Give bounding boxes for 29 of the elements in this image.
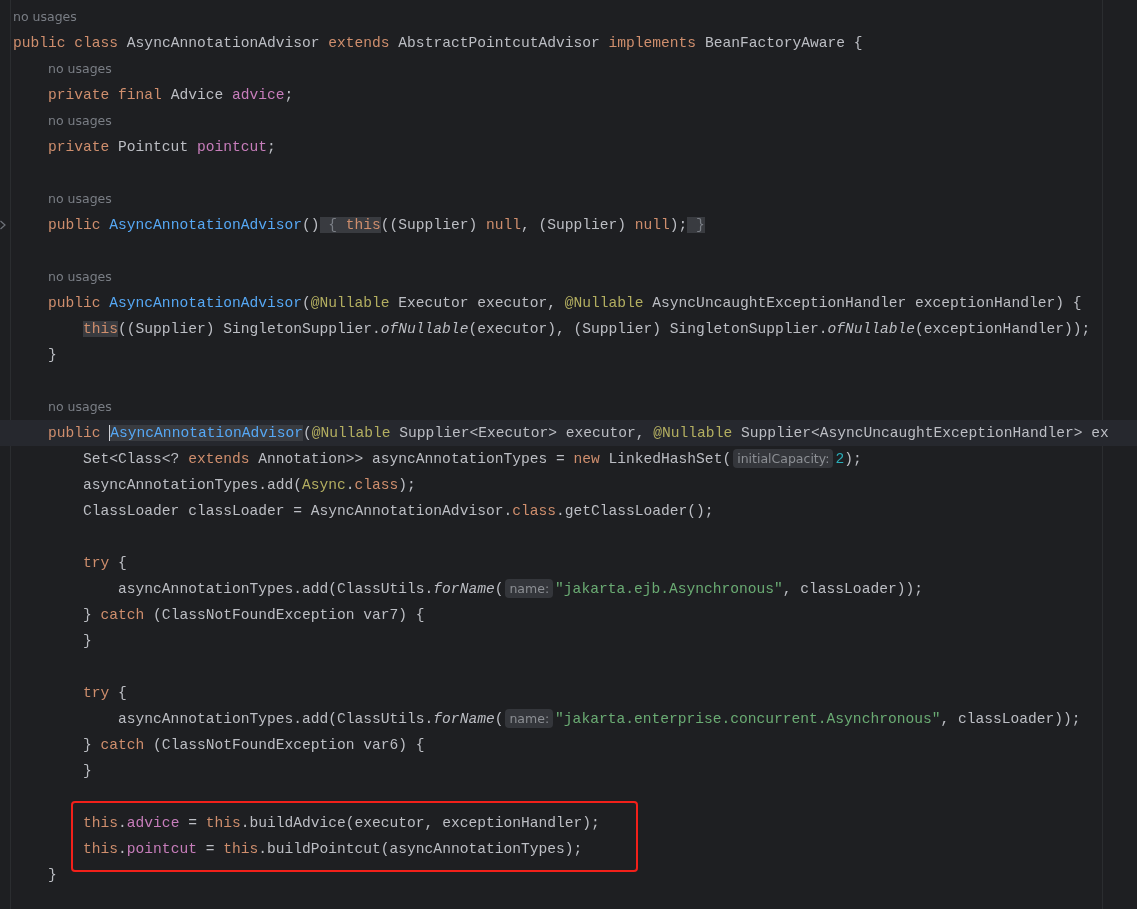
usage-hint[interactable]: no usages: [48, 61, 112, 76]
code-line: } catch (ClassNotFoundException var6) {: [83, 737, 425, 753]
code-line: }: [83, 763, 92, 779]
code-line: this.pointcut = this.buildPointcut(asyncAnnotationTypes);: [83, 841, 583, 857]
code-line: try {: [83, 685, 127, 701]
code-line: public class AsyncAnnotationAdvisor extends AbstractPointcutAdvisor implements BeanFactoryAware {: [13, 35, 863, 51]
code-line: try {: [83, 555, 127, 571]
code-line: public AsyncAnnotationAdvisor(@Nullable Supplier<Executor> executor, @Nullable Supplier<AsyncUncaughtExceptionHandler> ex: [48, 425, 1109, 441]
code-line: public AsyncAnnotationAdvisor() { this((Supplier) null, (Supplier) null); }: [48, 217, 705, 233]
code-line: this.advice = this.buildAdvice(executor, exceptionHandler);: [83, 815, 600, 831]
usage-hint[interactable]: no usages: [48, 113, 112, 128]
code-line: Set<Class<? extends Annotation>> asyncAnnotationTypes = new LinkedHashSet( initialCapacity: 2);: [83, 451, 862, 467]
usage-hint[interactable]: no usages: [13, 9, 77, 24]
code-line: asyncAnnotationTypes.add(Async.class);: [83, 477, 416, 493]
usage-hint[interactable]: no usages: [48, 399, 112, 414]
chevron-icon[interactable]: [0, 220, 6, 230]
code-line: ClassLoader classLoader = AsyncAnnotationAdvisor.class.getClassLoader();: [83, 503, 714, 519]
code-line: }: [83, 633, 92, 649]
code-line: private final Advice advice;: [48, 87, 294, 103]
code-line: this((Supplier) SingletonSupplier.ofNullable(executor), (Supplier) SingletonSupplier.ofNullable(exceptionHandler));: [83, 321, 1091, 337]
code-line: }: [48, 867, 57, 883]
code-line: }: [48, 347, 57, 363]
code-line: asyncAnnotationTypes.add(ClassUtils.forName( name: "jakarta.ejb.Asynchronous", classLoader));: [118, 581, 923, 597]
usage-hint[interactable]: no usages: [48, 269, 112, 284]
code-line: public AsyncAnnotationAdvisor(@Nullable Executor executor, @Nullable AsyncUncaughtExceptionHandler exceptionHandler) {: [48, 295, 1082, 311]
code-line: } catch (ClassNotFoundException var7) {: [83, 607, 425, 623]
code-line: asyncAnnotationTypes.add(ClassUtils.forName( name: "jakarta.enterprise.concurrent.Asynchronous", classLoader));: [118, 711, 1081, 727]
usage-hint[interactable]: no usages: [48, 191, 112, 206]
code-line: private Pointcut pointcut;: [48, 139, 276, 155]
